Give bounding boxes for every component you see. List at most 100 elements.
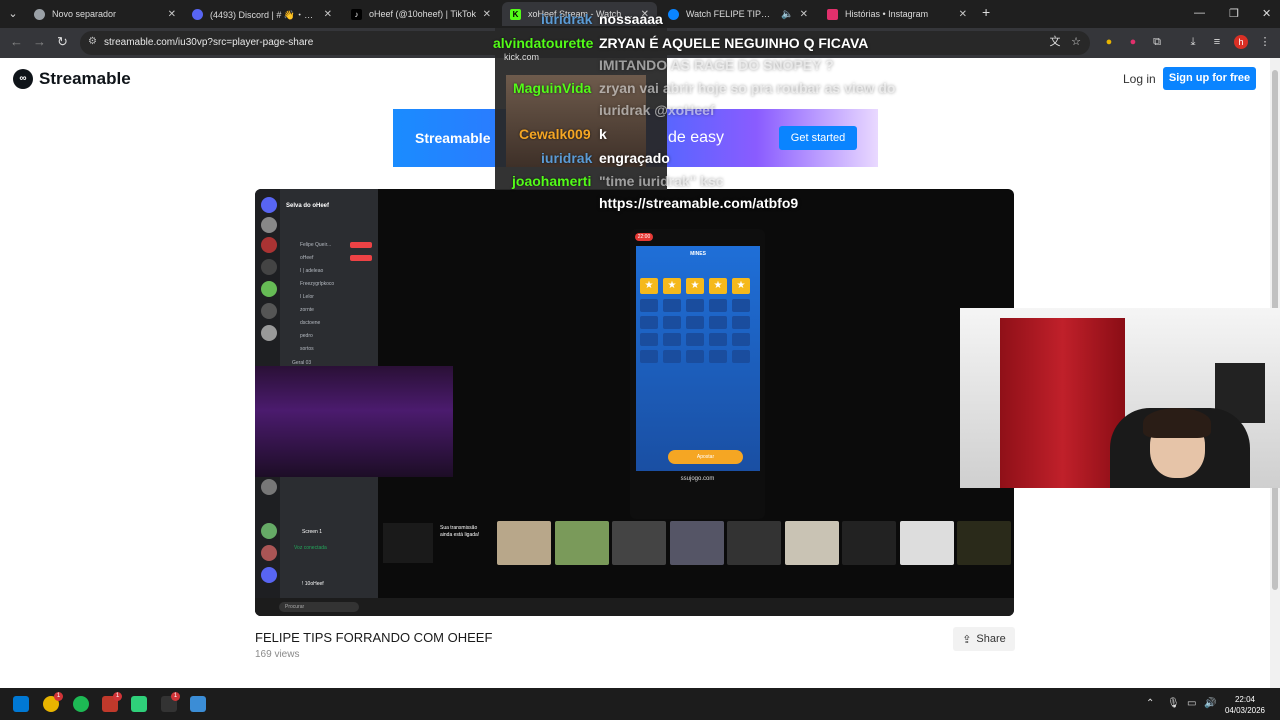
kick-url: kick.com bbox=[504, 52, 540, 62]
mines-game: MINES ★ ★ ★ ★ ★ Apostar bbox=[636, 246, 760, 471]
chat-message: nossaaaa bbox=[599, 11, 663, 27]
close-icon[interactable]: ✕ bbox=[168, 9, 176, 20]
discord-voice-status: Voz conectada bbox=[294, 545, 327, 551]
discord-screen-label: Screen 1 bbox=[302, 529, 323, 535]
discord-member: I Lelor bbox=[300, 294, 314, 300]
tray-overflow-icon[interactable]: ⌃ bbox=[1146, 698, 1154, 709]
server-icon bbox=[261, 545, 277, 561]
tab-new-tab[interactable]: Novo separador ✕ bbox=[26, 2, 184, 26]
spotify-icon[interactable] bbox=[73, 696, 89, 712]
mute-icon[interactable]: 🔈 bbox=[781, 9, 793, 20]
streamer-webcam bbox=[960, 308, 1280, 488]
logo-text: Streamable bbox=[39, 69, 131, 88]
whatsapp-icon[interactable] bbox=[131, 696, 147, 712]
mine-cell bbox=[686, 316, 704, 329]
game-title: MINES bbox=[690, 251, 706, 257]
kick-icon: K bbox=[510, 8, 521, 20]
star-icon: ★ bbox=[663, 278, 681, 294]
close-window-icon[interactable]: ✕ bbox=[1262, 7, 1271, 20]
share-label: Share bbox=[976, 633, 1006, 645]
signup-button[interactable]: Sign up for free bbox=[1163, 67, 1256, 90]
streamer-hair bbox=[1143, 408, 1211, 438]
windows-start-icon[interactable] bbox=[13, 696, 29, 712]
mine-cell bbox=[640, 333, 658, 346]
forward-icon[interactable]: → bbox=[33, 34, 46, 49]
instagram-icon bbox=[827, 8, 838, 20]
red-curtain bbox=[1000, 318, 1125, 488]
tab-search-icon[interactable]: ⌄ bbox=[6, 7, 20, 21]
notification-badge: 1 bbox=[171, 692, 180, 701]
translate-icon[interactable]: 文 bbox=[1048, 35, 1062, 49]
stream-preview bbox=[383, 523, 433, 563]
tab-instagram[interactable]: Histórias • Instagram ✕ bbox=[819, 2, 975, 26]
close-icon[interactable]: ✕ bbox=[959, 9, 967, 20]
live-notice-text: Sua transmissão ainda está ligada! bbox=[440, 525, 480, 538]
microphone-icon[interactable]: 🎙 bbox=[1167, 698, 1180, 709]
mine-cell bbox=[732, 299, 750, 312]
chat-username: iuridrak bbox=[541, 150, 593, 166]
close-icon[interactable]: ✕ bbox=[324, 9, 332, 20]
participant-tile bbox=[497, 521, 551, 565]
get-started-button[interactable]: Get started bbox=[779, 126, 857, 150]
login-link[interactable]: Log in bbox=[1123, 72, 1156, 86]
tab-discord[interactable]: (4493) Discord | # 👋・entra ✕ bbox=[184, 2, 340, 26]
server-icon bbox=[261, 567, 277, 583]
tiktok-icon: ♪ bbox=[351, 8, 362, 20]
tab-title: Histórias • Instagram bbox=[845, 9, 929, 19]
participant-tile bbox=[842, 521, 896, 565]
close-icon[interactable]: ✕ bbox=[800, 9, 808, 20]
discord-server-name: Selva do oHeef bbox=[286, 203, 330, 209]
extensions-puzzle-icon[interactable]: ⧉ bbox=[1150, 35, 1164, 49]
minimize-icon[interactable]: — bbox=[1194, 7, 1205, 19]
system-clock[interactable]: 22:04 04/03/2026 bbox=[1219, 694, 1271, 716]
close-icon[interactable]: ✕ bbox=[483, 9, 491, 20]
participant-tile bbox=[555, 521, 609, 565]
bookmark-star-icon[interactable]: ☆ bbox=[1069, 35, 1083, 49]
server-icon bbox=[261, 523, 277, 539]
share-button[interactable]: ⇪ Share bbox=[953, 627, 1015, 651]
discord-member: I | adeleao bbox=[300, 268, 324, 274]
chat-message: https://streamable.com/atbfo9 bbox=[599, 195, 799, 211]
phone-url: ssujogo.com bbox=[680, 476, 715, 482]
app-icon[interactable] bbox=[190, 696, 206, 712]
discord-member: dsctoene bbox=[300, 320, 321, 326]
chrome-icon bbox=[34, 8, 45, 20]
server-icon bbox=[261, 281, 277, 297]
mine-cell bbox=[663, 299, 681, 312]
profile-avatar[interactable]: h bbox=[1234, 35, 1248, 49]
tab-title: Watch FELIPE TIPS FORRAN bbox=[686, 9, 776, 19]
tab-streamable[interactable]: Watch FELIPE TIPS FORRAN 🔈 ✕ bbox=[660, 2, 816, 26]
participant-tile bbox=[612, 521, 666, 565]
taskbar-search: Procurar bbox=[279, 602, 359, 612]
reading-list-icon[interactable]: ≡ bbox=[1210, 35, 1224, 49]
tab-tiktok[interactable]: ♪ oHeef (@10oheef) | TikTok ✕ bbox=[343, 2, 499, 26]
discord-member: sortos bbox=[300, 346, 314, 352]
mine-cell bbox=[709, 316, 727, 329]
back-icon[interactable]: ← bbox=[10, 34, 23, 49]
chat-username: iuridrak bbox=[541, 11, 593, 27]
download-icon[interactable]: ⤓ bbox=[1186, 35, 1200, 49]
star-icon: ★ bbox=[732, 278, 750, 294]
discord-member: pedro bbox=[300, 333, 313, 339]
site-info-icon[interactable]: ⚙ bbox=[88, 36, 97, 47]
url-text: streamable.com/iu30vp?src=player-page-sh… bbox=[104, 37, 314, 48]
streamable-logo[interactable]: ∞ Streamable bbox=[13, 69, 131, 89]
reload-icon[interactable]: ↻ bbox=[57, 34, 68, 50]
server-icon bbox=[261, 325, 277, 341]
new-tab-button[interactable]: + bbox=[982, 4, 990, 20]
extension-u-icon[interactable]: ● bbox=[1126, 35, 1140, 49]
chat-message: iuridrak @xoHeef bbox=[599, 102, 715, 118]
video-player[interactable]: Selva do oHeef Felipe Queir... oHeef I |… bbox=[255, 189, 1014, 616]
chat-message: engraçado bbox=[599, 150, 670, 166]
discord-icon bbox=[192, 8, 203, 20]
network-icon[interactable]: ▭ bbox=[1187, 698, 1196, 709]
maximize-icon[interactable]: ❐ bbox=[1229, 7, 1239, 20]
mine-cell bbox=[640, 299, 658, 312]
live-notice: Sua transmissão ainda está ligada! bbox=[440, 525, 490, 539]
menu-icon[interactable]: ⋮ bbox=[1258, 35, 1272, 49]
notification-badge: 1 bbox=[54, 692, 63, 701]
clock-time: 22:04 bbox=[1234, 695, 1256, 704]
extension-color-icon[interactable]: ● bbox=[1102, 35, 1116, 49]
volume-icon[interactable]: 🔊 bbox=[1204, 698, 1216, 709]
chat-username: joaohamerti bbox=[512, 173, 592, 189]
